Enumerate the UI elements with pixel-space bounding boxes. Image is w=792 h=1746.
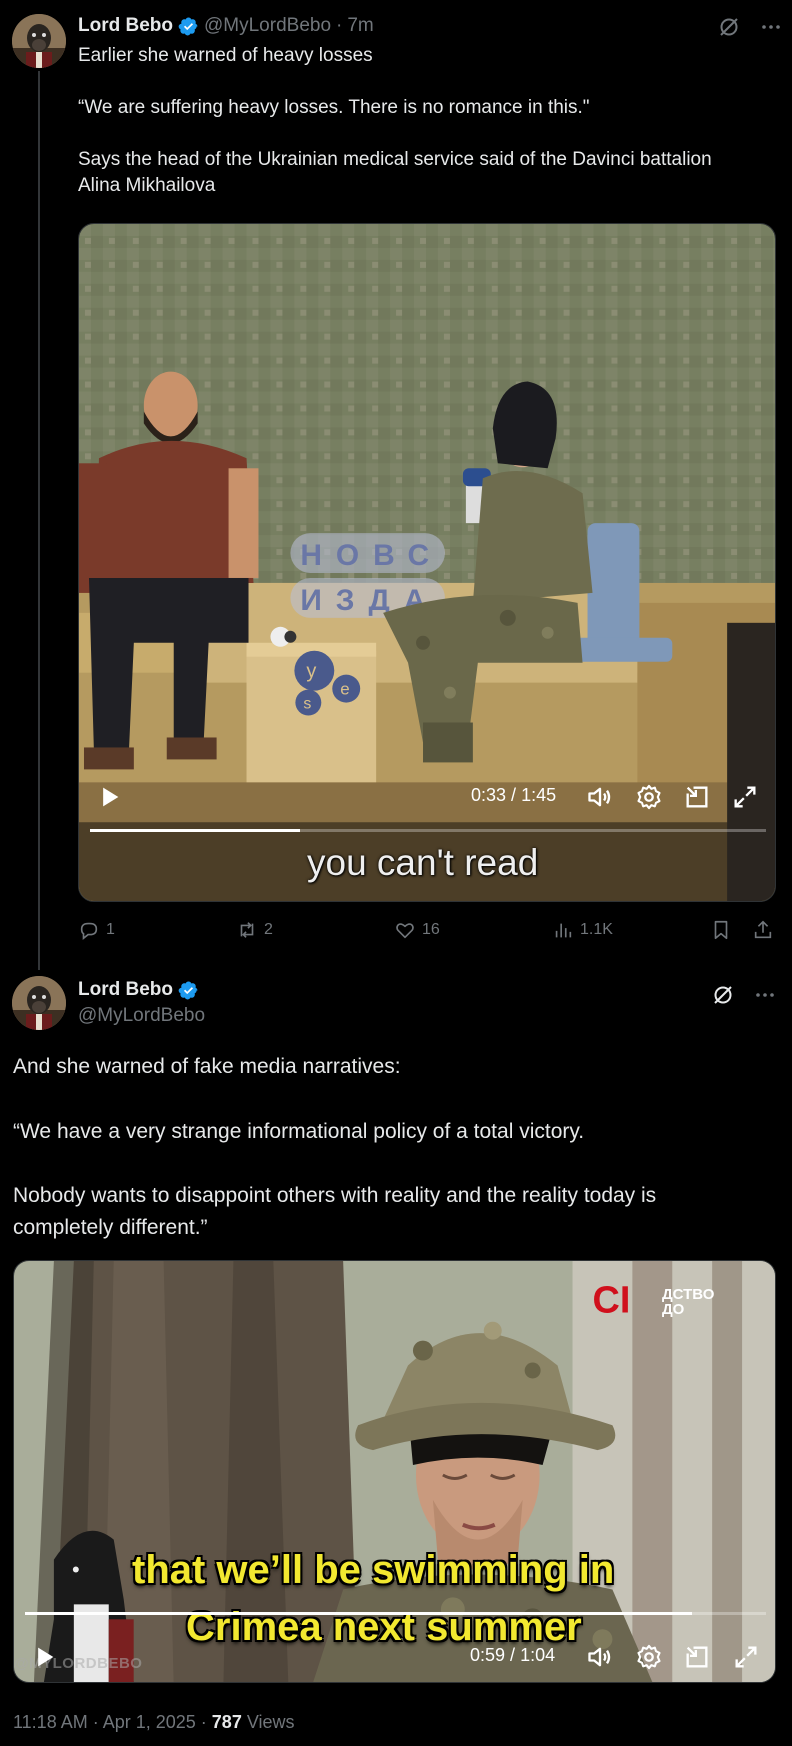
tweet-text: And she warned of fake media narratives:… bbox=[13, 1055, 657, 1240]
tweet-views-count: 787 bbox=[211, 1712, 242, 1732]
table-logo-s: s bbox=[303, 696, 311, 713]
channel-logo-line2: ДО bbox=[662, 1301, 685, 1318]
like-icon bbox=[396, 923, 414, 939]
video-time-separator: / bbox=[505, 1645, 521, 1665]
share-icon bbox=[754, 920, 772, 939]
grok-icon[interactable] bbox=[717, 15, 741, 39]
video-duration: 1:45 bbox=[521, 785, 557, 805]
pip-icon[interactable] bbox=[683, 1643, 711, 1671]
table-logo-y: y bbox=[306, 661, 316, 683]
table-logo-e: e bbox=[340, 680, 349, 699]
channel-logo-mark: CI bbox=[592, 1280, 630, 1322]
views-count: 1.1K bbox=[580, 921, 613, 938]
verified-badge-icon bbox=[178, 17, 198, 35]
video-progress-fill bbox=[25, 1612, 692, 1615]
fullscreen-icon[interactable] bbox=[732, 1643, 760, 1671]
video-subtitle: you can't read bbox=[307, 842, 539, 883]
tweet-actions: 1 2 16 1.1K bbox=[78, 919, 776, 949]
repost-count: 2 bbox=[264, 921, 273, 938]
author-name[interactable]: Lord Bebo bbox=[78, 979, 173, 1001]
video-player[interactable]: CI ДСТВО ДО that we’ll be swimming in Cr… bbox=[13, 1260, 776, 1683]
author-row: Lord Bebo @MyLordBebo · 7m bbox=[78, 15, 374, 37]
channel-logo-text: ДСТВО ДО bbox=[662, 1287, 714, 1317]
repost-icon bbox=[240, 922, 254, 938]
avatar[interactable] bbox=[12, 14, 66, 68]
volume-icon[interactable] bbox=[586, 783, 614, 811]
play-icon[interactable] bbox=[95, 783, 123, 811]
thread-connector-line bbox=[38, 71, 40, 970]
author-row: Lord Bebo bbox=[78, 979, 199, 1001]
video-duration: 1:04 bbox=[520, 1645, 556, 1665]
tweet-time[interactable]: 7m bbox=[347, 15, 373, 37]
video-progress-bar[interactable] bbox=[90, 829, 766, 832]
repost-button[interactable]: 2 bbox=[236, 919, 273, 941]
more-icon[interactable] bbox=[753, 983, 777, 1007]
bookmark-icon bbox=[714, 920, 728, 940]
video-elapsed: 0:33 bbox=[471, 785, 507, 805]
video-subtitle-line1: that we’ll be swimming in bbox=[132, 1548, 615, 1592]
tweet-meta: 11:18 AM · Apr 1, 2025 · 787 Views bbox=[13, 1712, 295, 1733]
reply-button[interactable]: 1 bbox=[78, 919, 115, 941]
avatar[interactable] bbox=[12, 976, 66, 1030]
fullscreen-icon[interactable] bbox=[731, 783, 759, 811]
reply-count: 1 bbox=[106, 921, 115, 938]
sign-row-1: НОВС bbox=[300, 539, 443, 572]
video-time-separator: / bbox=[506, 785, 522, 805]
tweet-text: Earlier she warned of heavy losses “We a… bbox=[78, 45, 712, 196]
tweet-timestamp[interactable]: 11:18 AM · Apr 1, 2025 · bbox=[13, 1712, 212, 1732]
views-button[interactable]: 1.1K bbox=[552, 919, 613, 941]
like-button[interactable]: 16 bbox=[394, 919, 440, 941]
video-progress-bar[interactable] bbox=[25, 1612, 766, 1615]
reply-icon bbox=[80, 922, 98, 940]
video-player[interactable]: НОВС ИЗДА y e s you can't read 0:33 / 1:… bbox=[78, 223, 776, 902]
pip-icon[interactable] bbox=[683, 783, 711, 811]
tweet-top-actions bbox=[717, 15, 783, 39]
views-icon bbox=[555, 923, 572, 938]
video-frame: НОВС ИЗДА y e s bbox=[79, 224, 775, 901]
video-elapsed: 0:59 bbox=[470, 1645, 506, 1665]
author-handle[interactable]: @MyLordBebo bbox=[78, 1005, 205, 1027]
channel-logo-line1: ДСТВО bbox=[662, 1286, 715, 1303]
video-progress-fill bbox=[90, 829, 300, 832]
play-icon[interactable] bbox=[30, 1643, 58, 1671]
volume-icon[interactable] bbox=[586, 1643, 614, 1671]
grok-icon[interactable] bbox=[711, 983, 735, 1007]
share-button[interactable] bbox=[752, 919, 774, 941]
settings-icon[interactable] bbox=[635, 1643, 663, 1671]
video-time: 0:33 / 1:45 bbox=[471, 785, 556, 806]
separator-dot: · bbox=[336, 15, 343, 36]
tweet-views-label: Views bbox=[241, 1712, 295, 1732]
author-name[interactable]: Lord Bebo bbox=[78, 15, 173, 37]
author-handle[interactable]: @MyLordBebo bbox=[204, 15, 331, 37]
like-count: 16 bbox=[422, 921, 440, 938]
bookmark-button[interactable] bbox=[710, 919, 732, 941]
verified-badge-icon bbox=[178, 981, 198, 999]
tweet-top-actions bbox=[711, 983, 777, 1007]
handle-row: @MyLordBebo bbox=[78, 1005, 205, 1027]
settings-icon[interactable] bbox=[635, 783, 663, 811]
video-time: 0:59 / 1:04 bbox=[470, 1645, 555, 1666]
more-icon[interactable] bbox=[759, 15, 783, 39]
